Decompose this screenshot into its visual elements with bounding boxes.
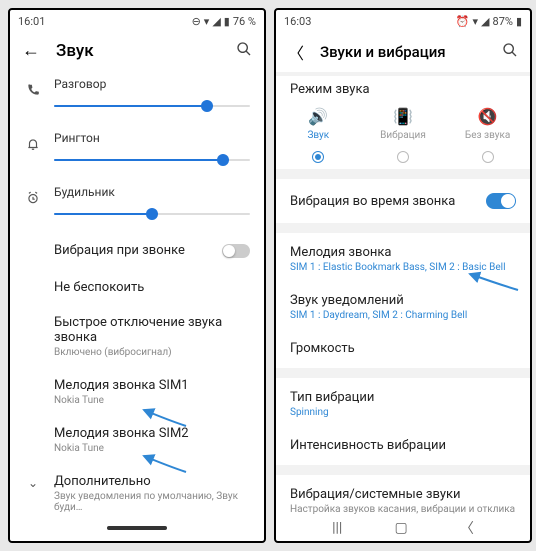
mode-silent[interactable]: 🔇 Без звука [453,107,523,163]
phone-left: 16:01 ⊖ ▾ ◢ ▮ 76 % ← Звук Разговор [8,8,266,543]
system-sounds-sub: Настройка звуков касания, вибрации и отк… [290,504,516,515]
page-title: Звуки и вибрация [320,43,486,61]
battery-text: 76 % [233,15,256,28]
signal-icon: ◢ [212,15,220,28]
status-bar: 16:03 ⏰ ▾ ◢ 87% ▮ [276,10,530,32]
bell-icon [24,131,42,151]
slider-alarm-label: Будильник [54,185,250,199]
search-button[interactable] [236,41,252,61]
nav-bar [10,515,264,541]
mode-vibrate[interactable]: 📳 Вибрация [368,107,438,163]
search-button[interactable] [502,42,518,62]
back-button[interactable]: 〈 [288,40,304,64]
header: 〈 Звуки и вибрация [276,32,530,72]
quickmute-item[interactable]: Быстрое отключение звука звонка Включено… [10,305,264,368]
dnd-item[interactable]: Не беспокоить [10,270,264,305]
content: Режим звука 🔊 Звук 📳 Вибрация 🔇 Без звук… [276,72,530,515]
vibration-type-sub: Spinning [290,407,516,418]
dnd-title: Не беспокоить [54,280,250,295]
mute-icon: 🔇 [478,107,498,126]
vibrate-icon: 📳 [393,107,413,126]
wifi-icon: ▾ [473,15,479,28]
slider-ring-label: Рингтон [54,131,250,145]
quickmute-title: Быстрое отключение звука звонка [54,315,250,345]
signal-icon: ◢ [481,15,489,28]
slider-ring[interactable] [54,151,250,169]
status-right: ⏰ ▾ ◢ 87% ▮ [456,15,522,28]
vibrate-on-call-label: Вибрация при звонке [54,243,185,258]
battery-text: 87% [493,15,513,28]
mode-grid: 🔊 Звук 📳 Вибрация 🔇 Без звука [276,99,530,167]
sound-mode-title: Режим звука [276,78,530,99]
page-title: Звук [56,41,220,61]
header: ← Звук [10,32,264,69]
phone-icon [24,77,42,97]
battery-icon: ▮ [516,15,522,28]
slider-talk-row: Разговор [10,69,264,123]
vibrate-during-call-row[interactable]: Вибрация во время звонка [276,181,530,221]
slider-alarm-row: Будильник [10,177,264,231]
ringtone-sim2-item[interactable]: Мелодия звонка SIM2 Nokia Tune [10,416,264,464]
notification-sound-item[interactable]: Звук уведомлений SIM 1 : Daydream, SIM 2… [276,283,530,331]
more-sub: Звук уведомления по умолчанию, Звук буди… [54,491,250,513]
radio-silent[interactable] [482,151,494,163]
more-title: Дополнительно [54,474,250,489]
status-right: ⊖ ▾ ◢ ▮ 76 % [192,15,256,28]
ringtone-sim1-title: Мелодия звонка SIM1 [54,378,250,393]
ringtone-sub: SIM 1 : Elastic Bookmark Bass, SIM 2 : B… [290,262,516,273]
volume-title: Громкость [290,341,516,356]
slider-ring-row: Рингтон [10,123,264,177]
quickmute-sub: Включено (вибросигнал) [54,347,250,358]
status-time: 16:01 [18,15,45,28]
nav-bar: ||| ▢ 〈 [276,515,530,541]
mode-silent-label: Без звука [465,130,510,141]
vibrate-on-call-row[interactable]: Вибрация при звонке [10,231,264,270]
status-bar: 16:01 ⊖ ▾ ◢ ▮ 76 % [10,10,264,32]
ringtone-sim2-sub: Nokia Tune [54,443,250,454]
recents-button[interactable]: ||| [332,520,342,536]
alarm-icon: ⏰ [456,15,470,28]
radio-sound[interactable] [312,151,324,163]
speaker-icon: 🔊 [308,107,328,126]
dnd-icon: ⊖ [192,15,201,28]
notification-sound-sub: SIM 1 : Daydream, SIM 2 : Charming Bell [290,310,516,321]
vibrate-during-call-label: Вибрация во время звонка [290,194,455,209]
vibration-type-item[interactable]: Тип вибрации Spinning [276,380,530,428]
more-item[interactable]: ⌄ Дополнительно Звук уведомления по умол… [10,464,264,515]
phone-right: 16:03 ⏰ ▾ ◢ 87% ▮ 〈 Звуки и вибрация Реж… [274,8,532,543]
slider-talk[interactable] [54,97,250,115]
vibration-intensity-item[interactable]: Интенсивность вибрации [276,428,530,463]
ringtone-sim2-title: Мелодия звонка SIM2 [54,426,250,441]
ringtone-sim1-sub: Nokia Tune [54,395,250,406]
slider-alarm[interactable] [54,205,250,223]
radio-vibrate[interactable] [397,151,409,163]
alarm-icon [24,185,42,205]
notification-sound-title: Звук уведомлений [290,293,516,308]
system-sounds-title: Вибрация/системные звуки [290,487,516,502]
home-button[interactable]: ▢ [395,520,408,536]
vibrate-during-call-toggle[interactable] [486,193,516,209]
vibration-intensity-title: Интенсивность вибрации [290,438,516,453]
system-sounds-item[interactable]: Вибрация/системные звуки Настройка звуко… [276,477,530,515]
ringtone-title: Мелодия звонка [290,245,516,260]
mode-sound-label: Звук [307,130,329,141]
back-button[interactable]: ← [22,40,40,61]
content: Разговор Рингтон Будильник [10,69,264,515]
slider-talk-label: Разговор [54,77,250,91]
ringtone-item[interactable]: Мелодия звонка SIM 1 : Elastic Bookmark … [276,235,530,283]
back-nav-button[interactable]: 〈 [460,518,474,538]
vibrate-toggle[interactable] [222,244,250,258]
vibration-type-title: Тип вибрации [290,390,516,405]
mode-sound[interactable]: 🔊 Звук [283,107,353,163]
wifi-icon: ▾ [204,15,210,28]
home-pill[interactable] [107,526,167,530]
ringtone-sim1-item[interactable]: Мелодия звонка SIM1 Nokia Tune [10,368,264,416]
chevron-down-icon: ⌄ [24,474,42,490]
volume-item[interactable]: Громкость [276,331,530,366]
sound-mode-section: Режим звука 🔊 Звук 📳 Вибрация 🔇 Без звук… [276,76,530,169]
status-time: 16:03 [284,15,311,28]
battery-icon: ▮ [224,15,230,28]
mode-vibrate-label: Вибрация [380,130,426,141]
